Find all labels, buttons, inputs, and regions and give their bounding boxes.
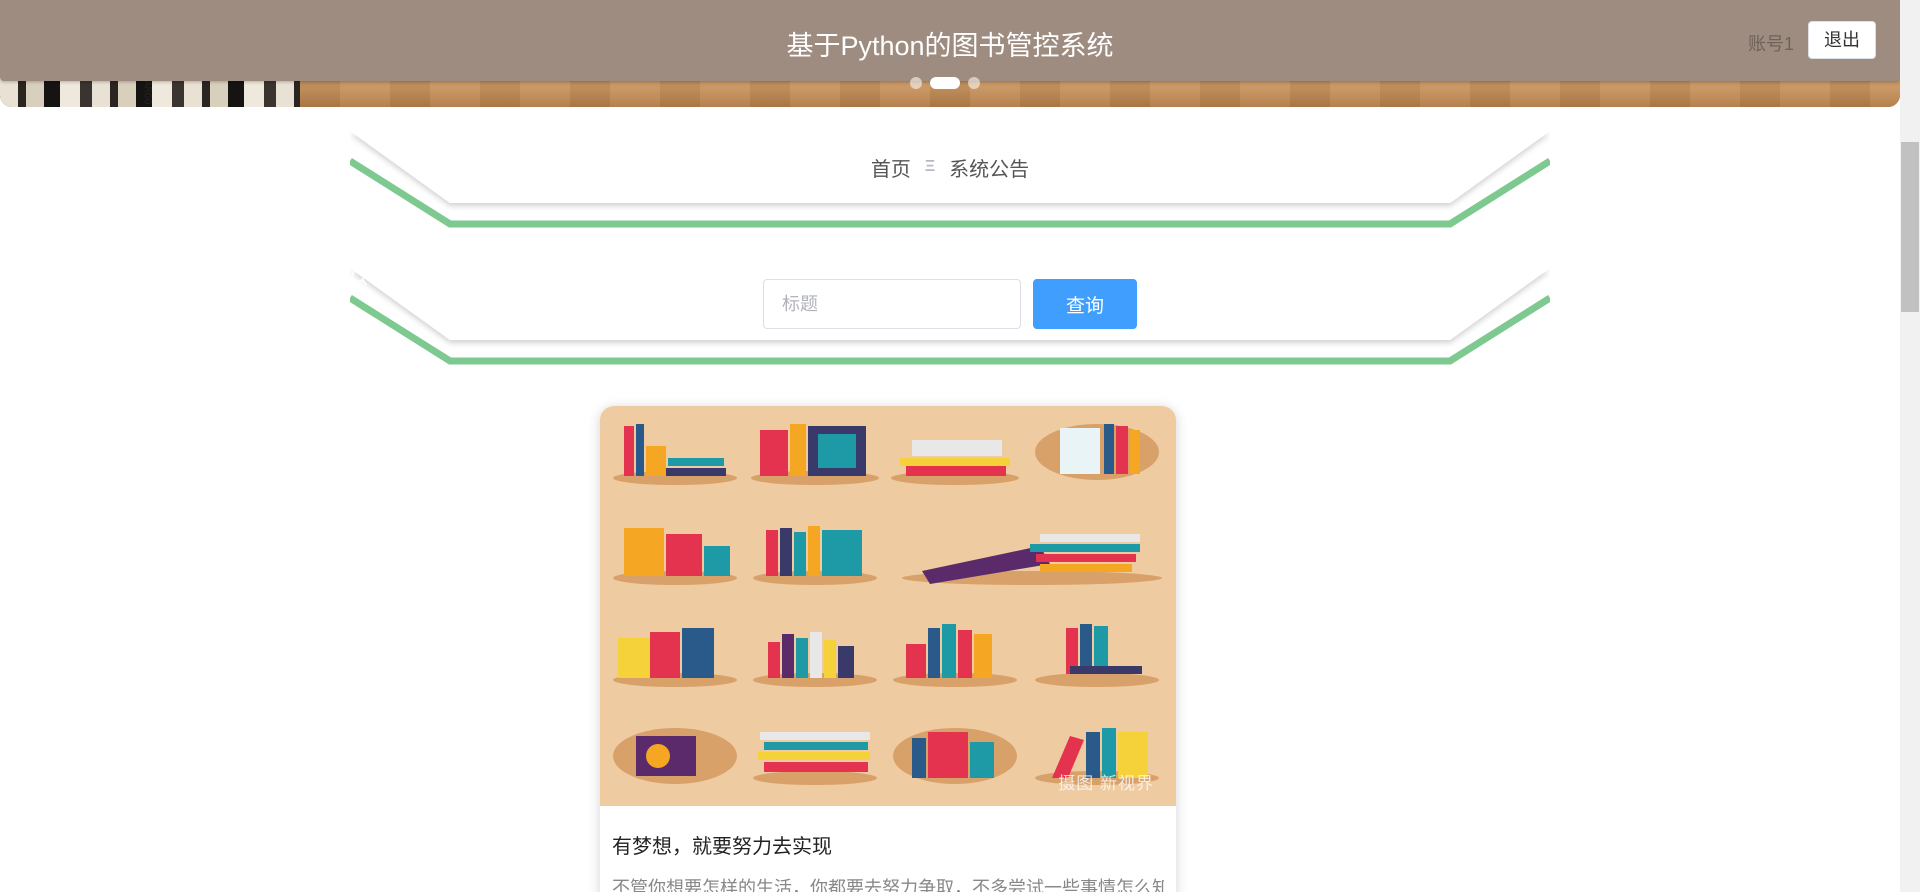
- logout-button[interactable]: 退出: [1808, 21, 1876, 59]
- notice-card-title[interactable]: 有梦想，就要努力去实现: [612, 830, 832, 859]
- search-icon: [351, 269, 367, 285]
- breadcrumb-panel: 首页 Ξ 系统公告: [350, 131, 1550, 231]
- notice-card[interactable]: 摄图 新视界 有梦想，就要努力去实现 不管你想要怎样的生活，你都要去努力争取，不…: [600, 406, 1176, 892]
- cover-watermark: 摄图 新视界: [1058, 774, 1154, 793]
- search-button-label: 查询: [1065, 295, 1104, 317]
- site-title: 基于Python的图书管控系统: [786, 31, 1114, 61]
- carousel-dot-3[interactable]: [968, 77, 980, 89]
- carousel-indicators: [910, 77, 980, 89]
- search-bar: 查询: [350, 268, 1550, 340]
- page-scrollbar[interactable]: [1900, 0, 1920, 892]
- notice-card-description: 不管你想要怎样的生活，你都要去努力争取，不多尝试一些事情怎么知: [612, 878, 1164, 892]
- scrollbar-thumb[interactable]: [1901, 142, 1919, 312]
- page: CARGO 基于Python的图书管控系统 账号1 退出 首页 Ξ 系统公告 标…: [0, 0, 1920, 892]
- breadcrumb: 首页 Ξ 系统公告: [350, 131, 1550, 203]
- title-search-input[interactable]: [763, 279, 1021, 329]
- carousel-dot-2-active[interactable]: [930, 77, 960, 89]
- breadcrumb-home[interactable]: 首页: [871, 153, 911, 182]
- breadcrumb-current: 系统公告: [949, 158, 1030, 181]
- bookshelf-illustration: [613, 424, 1162, 785]
- notice-card-cover-image: 摄图 新视界: [600, 406, 1176, 806]
- account-name[interactable]: 账号1: [1748, 30, 1794, 56]
- search-button[interactable]: 查询: [351, 269, 1137, 329]
- top-header: 基于Python的图书管控系统 账号1 退出: [0, 0, 1900, 81]
- carousel-dot-1[interactable]: [910, 77, 922, 89]
- search-panel: 查询: [350, 268, 1550, 368]
- breadcrumb-separator-icon: Ξ: [924, 158, 936, 175]
